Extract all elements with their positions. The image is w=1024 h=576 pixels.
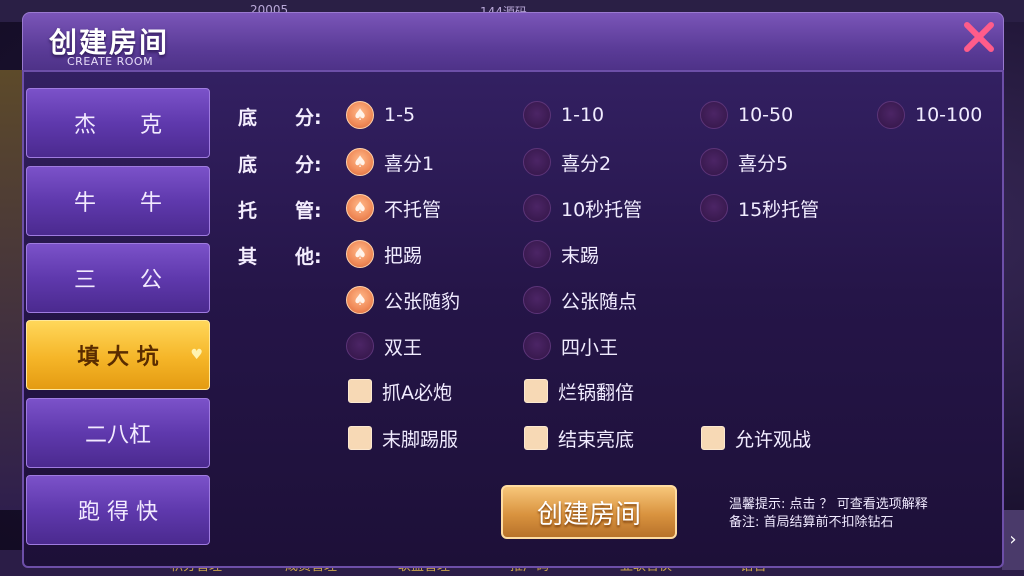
- option-label: 喜分1: [384, 152, 435, 175]
- radio-base-score-10-50[interactable]: 10-50: [700, 100, 793, 130]
- checkbox-allow-spectate[interactable]: 允许观战: [701, 423, 811, 453]
- option-label: 允许观战: [735, 428, 812, 451]
- radio-base-score-1-5[interactable]: ♠ 1-5: [346, 100, 415, 130]
- option-label: 1-10: [561, 104, 605, 126]
- radio-selected-icon: ♠: [346, 101, 374, 129]
- checkbox-zhua-a-bipao[interactable]: 抓A必炮: [348, 376, 452, 406]
- heart-icon: ♥: [190, 347, 203, 363]
- create-room-dialog: 创建房间 CREATE ROOM 杰 克 牛 牛 三 公 填 大 坑 ♥ 二八杠 …: [22, 12, 1004, 568]
- checkbox-icon: [524, 379, 548, 403]
- option-label: 10秒托管: [561, 198, 643, 221]
- tab-label: 三 公: [73, 268, 162, 293]
- background-left-strip: [0, 70, 24, 510]
- radio-double-joker[interactable]: 双王: [346, 331, 422, 361]
- option-label: 1-5: [384, 104, 416, 126]
- radio-four-small-joker[interactable]: 四小王: [523, 331, 618, 361]
- radio-bonus-2[interactable]: 喜分2: [523, 147, 611, 177]
- tab-label: 二八杠: [84, 423, 151, 448]
- radio-icon: [523, 101, 551, 129]
- radio-selected-icon: ♠: [346, 148, 374, 176]
- option-label: 10-100: [915, 104, 983, 126]
- radio-icon: [877, 101, 905, 129]
- option-label: 烂锅翻倍: [558, 381, 635, 404]
- checkbox-languo-fanbei[interactable]: 烂锅翻倍: [524, 376, 634, 406]
- radio-icon: [346, 332, 374, 360]
- radio-selected-icon: ♠: [346, 286, 374, 314]
- option-label: 公张随豹: [384, 290, 461, 313]
- radio-icon: [523, 194, 551, 222]
- checkbox-icon: [701, 426, 725, 450]
- radio-base-score-10-100[interactable]: 10-100: [877, 100, 982, 130]
- option-label: 双王: [384, 336, 423, 359]
- note-tip: 备注: 首局结算前不扣除钻石: [729, 515, 894, 530]
- radio-selected-icon: ♠: [346, 240, 374, 268]
- radio-icon: [523, 240, 551, 268]
- base-score-label: 底 分:: [238, 107, 322, 129]
- radio-icon: [700, 101, 728, 129]
- close-button[interactable]: [959, 17, 999, 57]
- radio-bonus-1[interactable]: ♠ 喜分1: [346, 147, 434, 177]
- chevron-right-icon: ›: [1002, 510, 1024, 570]
- checkbox-mojiao-tifu[interactable]: 末脚踢服: [348, 423, 458, 453]
- checkbox-icon: [348, 426, 372, 450]
- option-label: 公张随点: [561, 290, 638, 313]
- tab-sangong[interactable]: 三 公: [26, 243, 210, 313]
- radio-bonus-5[interactable]: 喜分5: [700, 147, 788, 177]
- close-icon: [964, 22, 994, 52]
- radio-icon: [523, 332, 551, 360]
- dialog-subtitle: CREATE ROOM: [67, 55, 154, 68]
- option-label: 抓A必炮: [382, 381, 452, 404]
- option-label: 喜分5: [738, 152, 789, 175]
- other-label: 其 他:: [238, 246, 322, 268]
- option-label: 10-50: [738, 104, 794, 126]
- bonus-score-label: 底 分:: [238, 154, 322, 176]
- option-label: 喜分2: [561, 152, 612, 175]
- option-label: 末脚踢服: [382, 428, 459, 451]
- help-tip: 温馨提示: 点击 ？ 可查看选项解释: [729, 497, 928, 512]
- radio-trusteeship-15s[interactable]: 15秒托管: [700, 193, 819, 223]
- tab-erbagang[interactable]: 二八杠: [26, 398, 210, 468]
- radio-selected-icon: ♠: [346, 194, 374, 222]
- tab-niuniu[interactable]: 牛 牛: [26, 166, 210, 236]
- option-label: 末踢: [561, 244, 600, 267]
- option-label: 不托管: [384, 198, 442, 221]
- dialog-title-bar: 创建房间 CREATE ROOM: [22, 12, 1004, 78]
- create-room-button[interactable]: 创建房间: [501, 485, 677, 539]
- radio-base-score-1-10[interactable]: 1-10: [523, 100, 604, 130]
- tab-label: 填 大 坑: [77, 345, 159, 370]
- radio-icon: [700, 194, 728, 222]
- radio-gongzhang-suidian[interactable]: 公张随点: [523, 285, 637, 315]
- radio-ba-ti[interactable]: ♠ 把踢: [346, 239, 422, 269]
- option-label: 15秒托管: [738, 198, 820, 221]
- radio-mo-ti[interactable]: 末踢: [523, 239, 599, 269]
- option-label: 把踢: [384, 244, 423, 267]
- option-label: 四小王: [561, 336, 619, 359]
- radio-no-trusteeship[interactable]: ♠ 不托管: [346, 193, 441, 223]
- checkbox-icon: [524, 426, 548, 450]
- tab-tiandakeng[interactable]: 填 大 坑 ♥: [26, 320, 210, 390]
- checkbox-icon: [348, 379, 372, 403]
- tab-label: 杰 克: [73, 113, 162, 138]
- radio-trusteeship-10s[interactable]: 10秒托管: [523, 193, 642, 223]
- checkbox-jieshu-liangdi[interactable]: 结束亮底: [524, 423, 634, 453]
- radio-icon: [523, 286, 551, 314]
- radio-icon: [700, 148, 728, 176]
- radio-icon: [523, 148, 551, 176]
- radio-gongzhang-suibao[interactable]: ♠ 公张随豹: [346, 285, 460, 315]
- tab-paodekuai[interactable]: 跑 得 快: [26, 475, 210, 545]
- tab-label: 跑 得 快: [78, 500, 158, 525]
- trusteeship-label: 托 管:: [238, 200, 322, 222]
- tab-jack[interactable]: 杰 克: [26, 88, 210, 158]
- option-label: 结束亮底: [558, 428, 635, 451]
- tab-label: 牛 牛: [73, 191, 162, 216]
